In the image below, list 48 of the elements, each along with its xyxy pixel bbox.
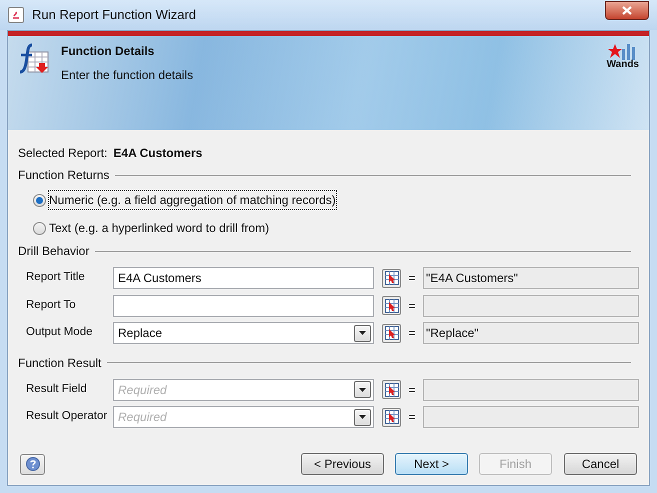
dropdown[interactable]: Replace [113, 322, 374, 344]
star-bars-icon [608, 43, 638, 60]
close-icon[interactable] [622, 6, 632, 15]
expression-button[interactable] [382, 296, 401, 315]
selected-report-label: Selected Report: [18, 145, 108, 162]
field-label: Output Mode [25, 325, 94, 340]
section-title: Function Returns [17, 167, 110, 184]
function-table-icon [18, 43, 50, 75]
help-button[interactable] [20, 454, 45, 474]
expression-field: "E4A Customers" [423, 267, 639, 289]
help-icon[interactable] [26, 457, 40, 471]
field-label: Result Operator [25, 409, 108, 424]
field-label: Result Field [25, 382, 88, 397]
expression-button[interactable] [382, 380, 401, 399]
app-icon [8, 7, 24, 23]
header-subtitle: Enter the function details [61, 67, 194, 84]
section-title: Function Result [17, 354, 102, 372]
expression-button[interactable] [382, 324, 401, 342]
expression-button[interactable] [382, 408, 401, 426]
radio-button[interactable] [33, 194, 46, 206]
table-arrow-icon [384, 326, 398, 340]
window-title: Run Report Function Wizard [32, 6, 196, 24]
wizard-button[interactable]: Next > [395, 453, 468, 475]
wizard-button[interactable]: < Previous [301, 453, 384, 475]
radio-label: Text (e.g. a hyperlinked word to drill from) [49, 220, 270, 237]
expression-button[interactable] [382, 268, 401, 288]
selected-report-name: E4A Customers [113, 145, 202, 162]
wizard-button[interactable]: Cancel [564, 453, 637, 475]
close-button[interactable] [605, 1, 649, 20]
field-label: Report To [25, 298, 77, 313]
table-arrow-icon [384, 382, 398, 396]
radio-label: Numeric (e.g. a field aggregation of matching records) [49, 191, 336, 209]
table-arrow-icon [384, 410, 398, 424]
equals-sign: = [407, 409, 416, 426]
equals-sign: = [407, 325, 416, 342]
text-field[interactable] [113, 294, 374, 316]
radio-button[interactable] [33, 222, 46, 234]
equals-sign: = [407, 382, 416, 398]
equals-sign: = [407, 298, 416, 314]
equals-sign: = [407, 270, 416, 287]
table-arrow-icon [384, 298, 398, 312]
text-field[interactable]: E4A Customers [113, 267, 374, 289]
section-title: Drill Behavior [17, 243, 90, 260]
expression-field: "Replace" [423, 322, 639, 344]
logo-text: Wands [606, 60, 639, 70]
header-title: Function Details [61, 43, 156, 60]
table-arrow-icon [384, 271, 398, 285]
field-label: Report Title [25, 270, 86, 286]
